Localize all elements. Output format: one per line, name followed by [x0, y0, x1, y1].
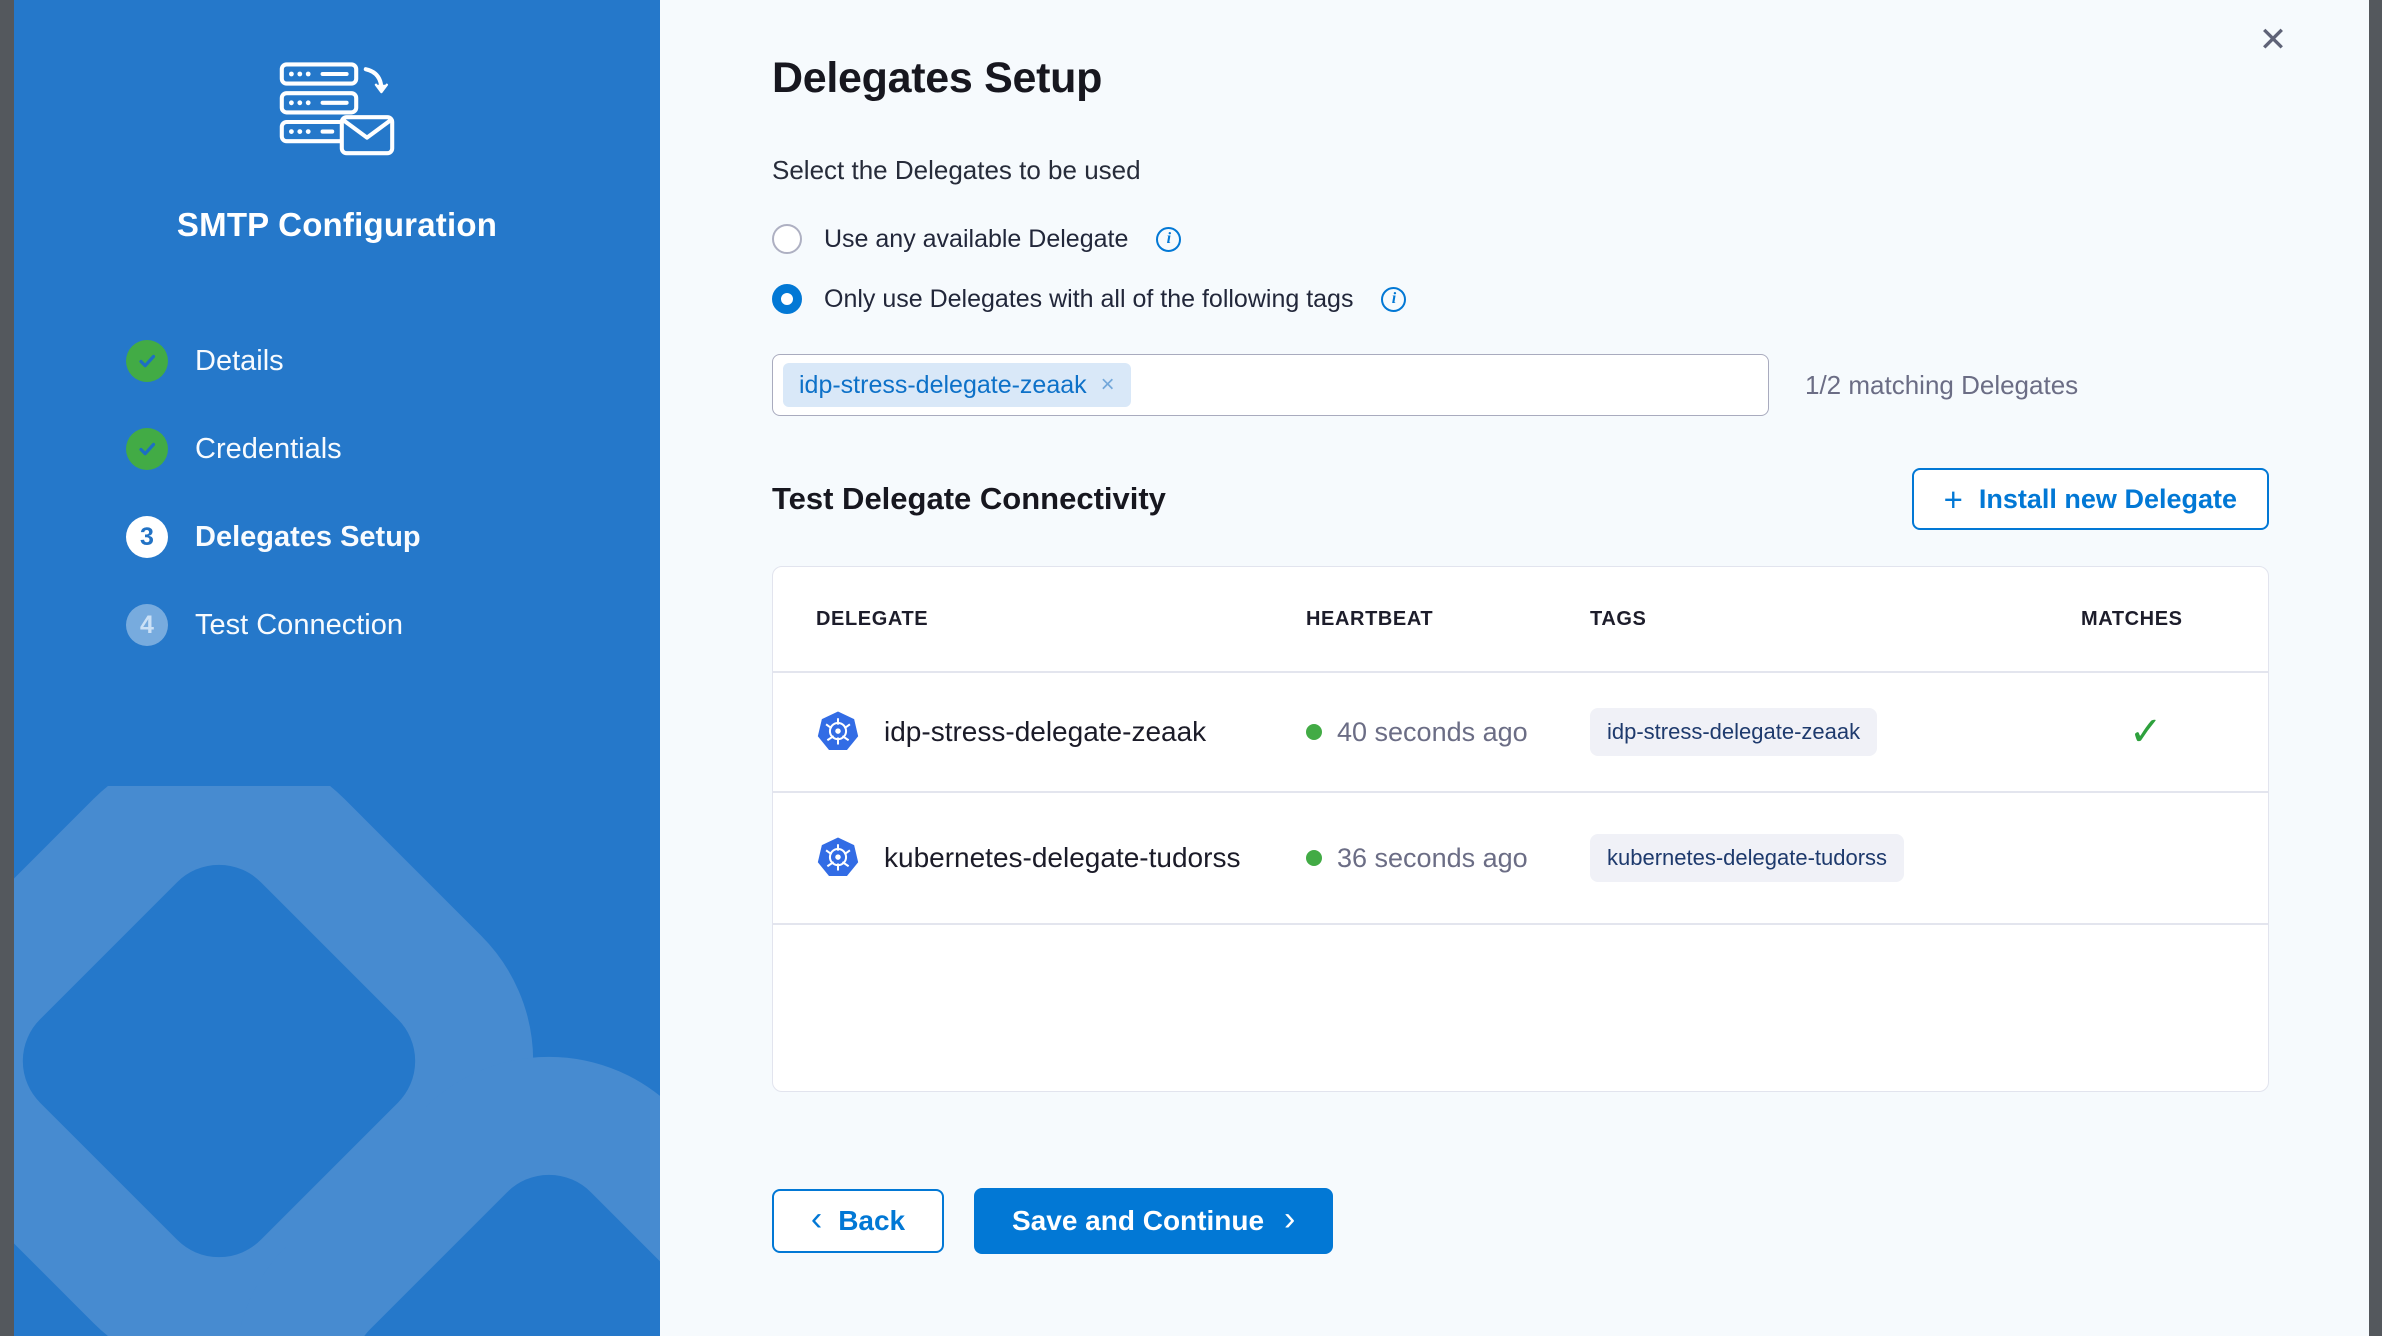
- delegate-tag-badge: idp-stress-delegate-zeaak: [1590, 708, 1877, 756]
- heartbeat-status-dot: [1306, 724, 1322, 740]
- back-button[interactable]: ‹ Back: [772, 1189, 944, 1253]
- radio-selected-icon[interactable]: [772, 284, 802, 314]
- step-label: Test Connection: [195, 609, 403, 642]
- radio-delegates-with-tags[interactable]: Only use Delegates with all of the follo…: [772, 284, 2269, 314]
- table-header-row: DELEGATE HEARTBEAT TAGS MATCHES: [773, 567, 2268, 673]
- connectivity-title: Test Delegate Connectivity: [772, 481, 1166, 517]
- save-button-label: Save and Continue: [1012, 1205, 1264, 1237]
- info-icon[interactable]: i: [1156, 227, 1181, 252]
- radio-any-delegate[interactable]: Use any available Delegate i: [772, 224, 2269, 254]
- delegate-tags-input[interactable]: idp-stress-delegate-zeaak ×: [772, 354, 1769, 416]
- step-details[interactable]: Details: [126, 340, 660, 382]
- wizard-title: SMTP Configuration: [177, 206, 497, 244]
- radio-unselected-icon[interactable]: [772, 224, 802, 254]
- save-and-continue-button[interactable]: Save and Continue ›: [974, 1188, 1333, 1254]
- kubernetes-icon: [816, 836, 860, 880]
- column-header-heartbeat: HEARTBEAT: [1306, 608, 1590, 631]
- delegates-table-card: DELEGATE HEARTBEAT TAGS MATCHES: [772, 566, 2269, 1092]
- heartbeat-text: 40 seconds ago: [1337, 717, 1528, 748]
- back-button-label: Back: [838, 1205, 905, 1237]
- tag-chip: idp-stress-delegate-zeaak ×: [783, 363, 1131, 407]
- table-row[interactable]: kubernetes-delegate-tudorss 36 seconds a…: [773, 793, 2268, 925]
- close-icon[interactable]: ✕: [2249, 16, 2297, 64]
- heartbeat-status-dot: [1306, 850, 1322, 866]
- tag-filter-row: idp-stress-delegate-zeaak × 1/2 matching…: [772, 354, 2269, 416]
- column-header-matches: MATCHES: [2081, 608, 2268, 631]
- wizard-steps: Details Credentials 3 Delegates Setup 4 …: [14, 340, 660, 646]
- step-label: Credentials: [195, 433, 342, 466]
- heartbeat-text: 36 seconds ago: [1337, 843, 1528, 874]
- delegate-name: kubernetes-delegate-tudorss: [884, 842, 1240, 874]
- smtp-servers-mail-icon: [274, 62, 400, 158]
- kubernetes-icon: [816, 710, 860, 754]
- chevron-left-icon: ‹: [811, 1202, 822, 1236]
- screen-edge-right: [2369, 0, 2382, 1336]
- column-header-tags: TAGS: [1590, 608, 2081, 631]
- harness-logo-watermark: [14, 786, 660, 1336]
- step-number-badge: 4: [126, 604, 168, 646]
- page-title: Delegates Setup: [772, 0, 2269, 103]
- step-number-badge: 3: [126, 516, 168, 558]
- step-label: Delegates Setup: [195, 521, 421, 554]
- install-button-label: Install new Delegate: [1979, 484, 2237, 515]
- wizard-brand: SMTP Configuration: [14, 0, 660, 244]
- step-done-check-icon: [126, 340, 168, 382]
- wizard-sidebar: SMTP Configuration Details Credentials 3: [14, 0, 660, 1336]
- screen-edge-left: [0, 0, 14, 1336]
- tag-chip-label: idp-stress-delegate-zeaak: [799, 371, 1087, 400]
- smtp-configuration-modal: SMTP Configuration Details Credentials 3: [0, 0, 2382, 1336]
- delegate-tag-badge: kubernetes-delegate-tudorss: [1590, 834, 1904, 882]
- info-icon[interactable]: i: [1381, 287, 1406, 312]
- table-row[interactable]: idp-stress-delegate-zeaak 40 seconds ago…: [773, 673, 2268, 793]
- chevron-right-icon: ›: [1284, 1202, 1295, 1236]
- column-header-delegate: DELEGATE: [816, 608, 1306, 631]
- delegates-setup-panel: ✕ Delegates Setup Select the Delegates t…: [660, 0, 2369, 1336]
- delegate-selection-radio-group: Use any available Delegate i Only use De…: [772, 224, 2269, 314]
- step-done-check-icon: [126, 428, 168, 470]
- remove-tag-icon[interactable]: ×: [1101, 371, 1115, 399]
- step-credentials[interactable]: Credentials: [126, 428, 660, 470]
- install-new-delegate-button[interactable]: + Install new Delegate: [1912, 468, 2269, 530]
- radio-label: Only use Delegates with all of the follo…: [824, 285, 1353, 314]
- radio-label: Use any available Delegate: [824, 225, 1128, 254]
- select-delegates-subtitle: Select the Delegates to be used: [772, 155, 2269, 186]
- connectivity-header-row: Test Delegate Connectivity + Install new…: [772, 468, 2269, 530]
- matches-check-icon: ✓: [2129, 712, 2268, 752]
- step-label: Details: [195, 345, 284, 378]
- wizard-footer: ‹ Back Save and Continue ›: [772, 1188, 2269, 1254]
- step-delegates-setup[interactable]: 3 Delegates Setup: [126, 516, 660, 558]
- tags-text-input[interactable]: [1141, 364, 1758, 406]
- delegate-name: idp-stress-delegate-zeaak: [884, 716, 1206, 748]
- matching-delegates-count: 1/2 matching Delegates: [1805, 370, 2078, 401]
- step-test-connection[interactable]: 4 Test Connection: [126, 604, 660, 646]
- plus-icon: +: [1944, 483, 1963, 516]
